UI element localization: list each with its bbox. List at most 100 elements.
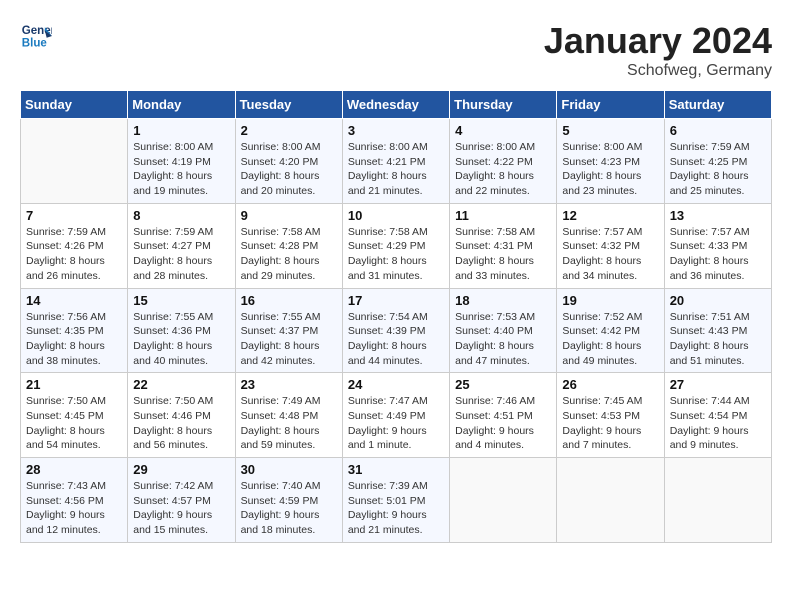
calendar-cell: 24Sunrise: 7:47 AMSunset: 4:49 PMDayligh… (342, 373, 449, 458)
calendar-cell: 3 Sunrise: 8:00 AMSunset: 4:21 PMDaylight… (342, 119, 449, 204)
day-number: 26 (562, 377, 658, 392)
calendar-cell: 11Sunrise: 7:58 AMSunset: 4:31 PMDayligh… (450, 203, 557, 288)
day-number: 21 (26, 377, 122, 392)
calendar-cell: 15Sunrise: 7:55 AMSunset: 4:36 PMDayligh… (128, 288, 235, 373)
calendar-week-5: 28 Sunrise: 7:43 AMSunset: 4:56 PMDayligh… (21, 458, 772, 543)
day-info: Sunrise: 7:39 AMSunset: 5:01 PMDaylight:… (348, 479, 444, 538)
day-info: Sunrise: 7:51 AMSunset: 4:43 PMDaylight:… (670, 310, 766, 369)
calendar-cell: 28 Sunrise: 7:43 AMSunset: 4:56 PMDayligh… (21, 458, 128, 543)
calendar-cell: 21Sunrise: 7:50 AMSunset: 4:45 PMDayligh… (21, 373, 128, 458)
day-number: 16 (241, 293, 337, 308)
calendar-cell: 20 Sunrise: 7:51 AMSunset: 4:43 PMDayligh… (664, 288, 771, 373)
day-number: 9 (241, 208, 337, 223)
calendar-cell: 23Sunrise: 7:49 AMSunset: 4:48 PMDayligh… (235, 373, 342, 458)
calendar-cell: 22 Sunrise: 7:50 AMSunset: 4:46 PMDayligh… (128, 373, 235, 458)
calendar-cell: 25 Sunrise: 7:46 AMSunset: 4:51 PMDayligh… (450, 373, 557, 458)
calendar-week-2: 7 Sunrise: 7:59 AMSunset: 4:26 PMDaylight… (21, 203, 772, 288)
calendar-cell: 10Sunrise: 7:58 AMSunset: 4:29 PMDayligh… (342, 203, 449, 288)
calendar-cell: 31 Sunrise: 7:39 AMSunset: 5:01 PMDayligh… (342, 458, 449, 543)
calendar-table: SundayMondayTuesdayWednesdayThursdayFrid… (20, 90, 772, 543)
day-info: Sunrise: 8:00 AMSunset: 4:19 PMDaylight:… (133, 140, 229, 199)
day-info: Sunrise: 7:58 AMSunset: 4:31 PMDaylight:… (455, 225, 551, 284)
day-info: Sunrise: 8:00 AMSunset: 4:22 PMDaylight:… (455, 140, 551, 199)
day-info: Sunrise: 7:58 AMSunset: 4:28 PMDaylight:… (241, 225, 337, 284)
day-number: 1 (133, 123, 229, 138)
calendar-cell: 27Sunrise: 7:44 AMSunset: 4:54 PMDayligh… (664, 373, 771, 458)
calendar-cell (21, 119, 128, 204)
svg-text:Blue: Blue (22, 38, 48, 50)
day-info: Sunrise: 7:57 AMSunset: 4:33 PMDaylight:… (670, 225, 766, 284)
day-info: Sunrise: 7:59 AMSunset: 4:27 PMDaylight:… (133, 225, 229, 284)
calendar-cell: 7 Sunrise: 7:59 AMSunset: 4:26 PMDaylight… (21, 203, 128, 288)
weekday-header-wednesday: Wednesday (342, 91, 449, 119)
day-info: Sunrise: 7:42 AMSunset: 4:57 PMDaylight:… (133, 479, 229, 538)
day-number: 3 (348, 123, 444, 138)
calendar-cell: 14 Sunrise: 7:56 AMSunset: 4:35 PMDayligh… (21, 288, 128, 373)
day-number: 2 (241, 123, 337, 138)
day-info: Sunrise: 7:56 AMSunset: 4:35 PMDaylight:… (26, 310, 122, 369)
day-number: 29 (133, 462, 229, 477)
day-number: 18 (455, 293, 551, 308)
calendar-cell: 4 Sunrise: 8:00 AMSunset: 4:22 PMDaylight… (450, 119, 557, 204)
calendar-cell: 18Sunrise: 7:53 AMSunset: 4:40 PMDayligh… (450, 288, 557, 373)
calendar-week-3: 14 Sunrise: 7:56 AMSunset: 4:35 PMDayligh… (21, 288, 772, 373)
calendar-cell: 13 Sunrise: 7:57 AMSunset: 4:33 PMDayligh… (664, 203, 771, 288)
calendar-cell: 5 Sunrise: 8:00 AMSunset: 4:23 PMDaylight… (557, 119, 664, 204)
day-info: Sunrise: 7:59 AMSunset: 4:25 PMDaylight:… (670, 140, 766, 199)
calendar-week-1: 1 Sunrise: 8:00 AMSunset: 4:19 PMDaylight… (21, 119, 772, 204)
page-header: General Blue January 2024 Schofweg, Germ… (20, 20, 772, 80)
day-info: Sunrise: 7:57 AMSunset: 4:32 PMDaylight:… (562, 225, 658, 284)
calendar-cell: 19 Sunrise: 7:52 AMSunset: 4:42 PMDayligh… (557, 288, 664, 373)
logo: General Blue (20, 20, 52, 52)
day-info: Sunrise: 7:45 AMSunset: 4:53 PMDaylight:… (562, 394, 658, 453)
day-number: 31 (348, 462, 444, 477)
calendar-week-4: 21Sunrise: 7:50 AMSunset: 4:45 PMDayligh… (21, 373, 772, 458)
calendar-cell: 16 Sunrise: 7:55 AMSunset: 4:37 PMDayligh… (235, 288, 342, 373)
day-number: 24 (348, 377, 444, 392)
day-info: Sunrise: 7:54 AMSunset: 4:39 PMDaylight:… (348, 310, 444, 369)
day-info: Sunrise: 7:55 AMSunset: 4:37 PMDaylight:… (241, 310, 337, 369)
day-info: Sunrise: 8:00 AMSunset: 4:23 PMDaylight:… (562, 140, 658, 199)
day-info: Sunrise: 8:00 AMSunset: 4:21 PMDaylight:… (348, 140, 444, 199)
location: Schofweg, Germany (544, 62, 772, 80)
day-info: Sunrise: 8:00 AMSunset: 4:20 PMDaylight:… (241, 140, 337, 199)
month-title: January 2024 (544, 20, 772, 62)
day-number: 27 (670, 377, 766, 392)
day-number: 7 (26, 208, 122, 223)
calendar-cell (557, 458, 664, 543)
calendar-cell (450, 458, 557, 543)
day-number: 22 (133, 377, 229, 392)
weekday-header-thursday: Thursday (450, 91, 557, 119)
day-number: 10 (348, 208, 444, 223)
calendar-cell: 8Sunrise: 7:59 AMSunset: 4:27 PMDaylight… (128, 203, 235, 288)
day-info: Sunrise: 7:55 AMSunset: 4:36 PMDaylight:… (133, 310, 229, 369)
day-number: 19 (562, 293, 658, 308)
calendar-cell: 6 Sunrise: 7:59 AMSunset: 4:25 PMDaylight… (664, 119, 771, 204)
weekday-header-saturday: Saturday (664, 91, 771, 119)
day-info: Sunrise: 7:52 AMSunset: 4:42 PMDaylight:… (562, 310, 658, 369)
day-number: 17 (348, 293, 444, 308)
weekday-header-tuesday: Tuesday (235, 91, 342, 119)
calendar-cell: 26 Sunrise: 7:45 AMSunset: 4:53 PMDayligh… (557, 373, 664, 458)
title-block: January 2024 Schofweg, Germany (544, 20, 772, 80)
logo-icon: General Blue (20, 20, 52, 52)
calendar-cell: 2 Sunrise: 8:00 AMSunset: 4:20 PMDaylight… (235, 119, 342, 204)
day-info: Sunrise: 7:50 AMSunset: 4:46 PMDaylight:… (133, 394, 229, 453)
day-info: Sunrise: 7:43 AMSunset: 4:56 PMDaylight:… (26, 479, 122, 538)
calendar-cell: 1 Sunrise: 8:00 AMSunset: 4:19 PMDaylight… (128, 119, 235, 204)
day-info: Sunrise: 7:59 AMSunset: 4:26 PMDaylight:… (26, 225, 122, 284)
day-number: 5 (562, 123, 658, 138)
day-number: 30 (241, 462, 337, 477)
day-number: 20 (670, 293, 766, 308)
day-info: Sunrise: 7:46 AMSunset: 4:51 PMDaylight:… (455, 394, 551, 453)
day-number: 25 (455, 377, 551, 392)
day-number: 14 (26, 293, 122, 308)
day-info: Sunrise: 7:49 AMSunset: 4:48 PMDaylight:… (241, 394, 337, 453)
day-info: Sunrise: 7:40 AMSunset: 4:59 PMDaylight:… (241, 479, 337, 538)
day-number: 28 (26, 462, 122, 477)
calendar-cell: 30 Sunrise: 7:40 AMSunset: 4:59 PMDayligh… (235, 458, 342, 543)
day-number: 4 (455, 123, 551, 138)
day-number: 13 (670, 208, 766, 223)
day-number: 6 (670, 123, 766, 138)
weekday-header-friday: Friday (557, 91, 664, 119)
